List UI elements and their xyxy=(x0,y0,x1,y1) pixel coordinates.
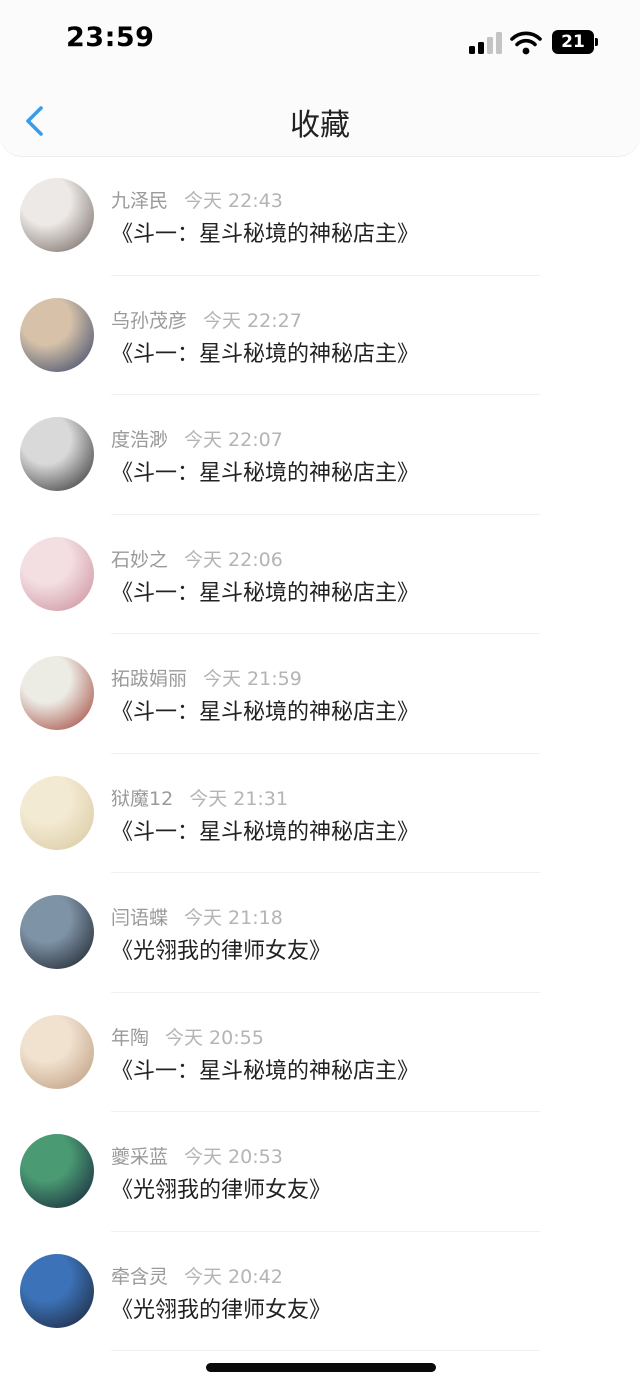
timestamp: 今天 20:42 xyxy=(184,1265,283,1288)
book-title[interactable]: 《斗一：星斗秘境的神秘店主》 xyxy=(111,455,419,487)
book-title[interactable]: 《斗一：星斗秘境的神秘店主》 xyxy=(111,336,419,368)
avatar[interactable] xyxy=(20,656,94,730)
username[interactable]: 年陶 xyxy=(111,1027,149,1049)
avatar[interactable] xyxy=(20,178,94,252)
book-title[interactable]: 《光翎我的律师女友》 xyxy=(111,933,331,965)
list-item[interactable]: 乌孙茂彦 今天 22:27 《斗一：星斗秘境的神秘店主》 xyxy=(0,276,640,395)
avatar[interactable] xyxy=(20,297,94,372)
book-title[interactable]: 《光翎我的律师女友》 xyxy=(111,1172,331,1204)
username[interactable]: 拓跋娟丽 xyxy=(111,668,187,690)
book-title[interactable]: 《斗一：星斗秘境的神秘店主》 xyxy=(111,216,419,248)
avatar[interactable] xyxy=(20,775,94,850)
item-meta: 狱魔12 今天 21:31 xyxy=(111,784,288,811)
username[interactable]: 乌孙茂彦 xyxy=(111,310,187,332)
list-item[interactable]: 夔采蓝 今天 20:53 《光翎我的律师女友》 xyxy=(0,1112,640,1232)
timestamp: 今天 22:07 xyxy=(184,429,283,451)
username[interactable]: 狱魔12 xyxy=(111,788,173,810)
item-meta: 闫语蝶 今天 21:18 xyxy=(111,903,283,930)
username[interactable]: 闫语蝶 xyxy=(111,907,168,929)
timestamp: 今天 20:55 xyxy=(165,1026,264,1049)
book-title[interactable]: 《斗一：星斗秘境的神秘店主》 xyxy=(111,575,419,607)
item-meta: 年陶 今天 20:55 xyxy=(111,1023,264,1050)
timestamp: 今天 22:06 xyxy=(184,548,283,571)
list-item[interactable]: 九泽民 今天 22:43 《斗一：星斗秘境的神秘店主》 xyxy=(0,156,640,276)
timestamp: 今天 20:53 xyxy=(184,1146,283,1168)
page-title: 收藏 xyxy=(290,108,350,143)
timestamp: 今天 21:59 xyxy=(203,668,302,690)
book-title[interactable]: 《斗一：星斗秘境的神秘店主》 xyxy=(111,694,419,726)
list-item[interactable]: 石妙之 今天 22:06 《斗一：星斗秘境的神秘店主》 xyxy=(0,515,640,634)
username[interactable]: 度浩渺 xyxy=(111,429,168,451)
avatar[interactable] xyxy=(20,895,94,969)
username[interactable]: 夔采蓝 xyxy=(111,1146,168,1168)
list-item[interactable]: 狱魔12 今天 21:31 《斗一：星斗秘境的神秘店主》 xyxy=(0,754,640,873)
item-meta: 夔采蓝 今天 20:53 xyxy=(111,1142,283,1169)
timestamp: 今天 21:31 xyxy=(189,787,288,810)
item-meta: 石妙之 今天 22:06 xyxy=(111,545,283,572)
list-item[interactable]: 拓跋娟丽 今天 21:59 《斗一：星斗秘境的神秘店主》 xyxy=(0,634,640,754)
avatar[interactable] xyxy=(20,1134,94,1208)
username[interactable]: 九泽民 xyxy=(111,190,168,212)
timestamp: 今天 21:18 xyxy=(184,907,283,929)
avatar[interactable] xyxy=(20,1014,94,1089)
wifi-icon xyxy=(510,31,542,55)
book-title[interactable]: 《斗一：星斗秘境的神秘店主》 xyxy=(111,1053,419,1085)
battery-icon: 21 xyxy=(552,30,594,54)
list-item[interactable]: 年陶 今天 20:55 《斗一：星斗秘境的神秘店主》 xyxy=(0,993,640,1112)
avatar[interactable] xyxy=(20,417,94,491)
avatar[interactable] xyxy=(20,536,94,611)
item-meta: 九泽民 今天 22:43 xyxy=(111,186,283,213)
battery-cap xyxy=(595,38,598,46)
book-title[interactable]: 《斗一：星斗秘境的神秘店主》 xyxy=(111,814,419,846)
list-item[interactable]: 牵含灵 今天 20:42 《光翎我的律师女友》 xyxy=(0,1232,640,1351)
item-meta: 乌孙茂彦 今天 22:27 xyxy=(111,306,302,333)
item-meta: 拓跋娟丽 今天 21:59 xyxy=(111,664,302,691)
cellular-signal-icon xyxy=(469,32,503,54)
item-meta: 牵含灵 今天 20:42 xyxy=(111,1262,283,1289)
timestamp: 今天 22:43 xyxy=(184,190,283,212)
list-item[interactable]: 闫语蝶 今天 21:18 《光翎我的律师女友》 xyxy=(0,873,640,993)
item-meta: 度浩渺 今天 22:07 xyxy=(111,425,283,452)
list-item[interactable]: 度浩渺 今天 22:07 《斗一：星斗秘境的神秘店主》 xyxy=(0,395,640,515)
status-time: 23:59 xyxy=(66,22,155,53)
favorites-list: 九泽民 今天 22:43 《斗一：星斗秘境的神秘店主》 乌孙茂彦 今天 22:27 《斗一… xyxy=(0,156,640,1351)
book-title[interactable]: 《光翎我的律师女友》 xyxy=(111,1292,331,1324)
timestamp: 今天 22:27 xyxy=(203,309,302,332)
home-indicator[interactable] xyxy=(206,1363,436,1372)
divider xyxy=(111,1350,540,1351)
avatar[interactable] xyxy=(20,1253,94,1328)
top-bar: 23:59 21 收藏 xyxy=(0,0,640,156)
username[interactable]: 牵含灵 xyxy=(111,1266,168,1288)
username[interactable]: 石妙之 xyxy=(111,549,168,571)
